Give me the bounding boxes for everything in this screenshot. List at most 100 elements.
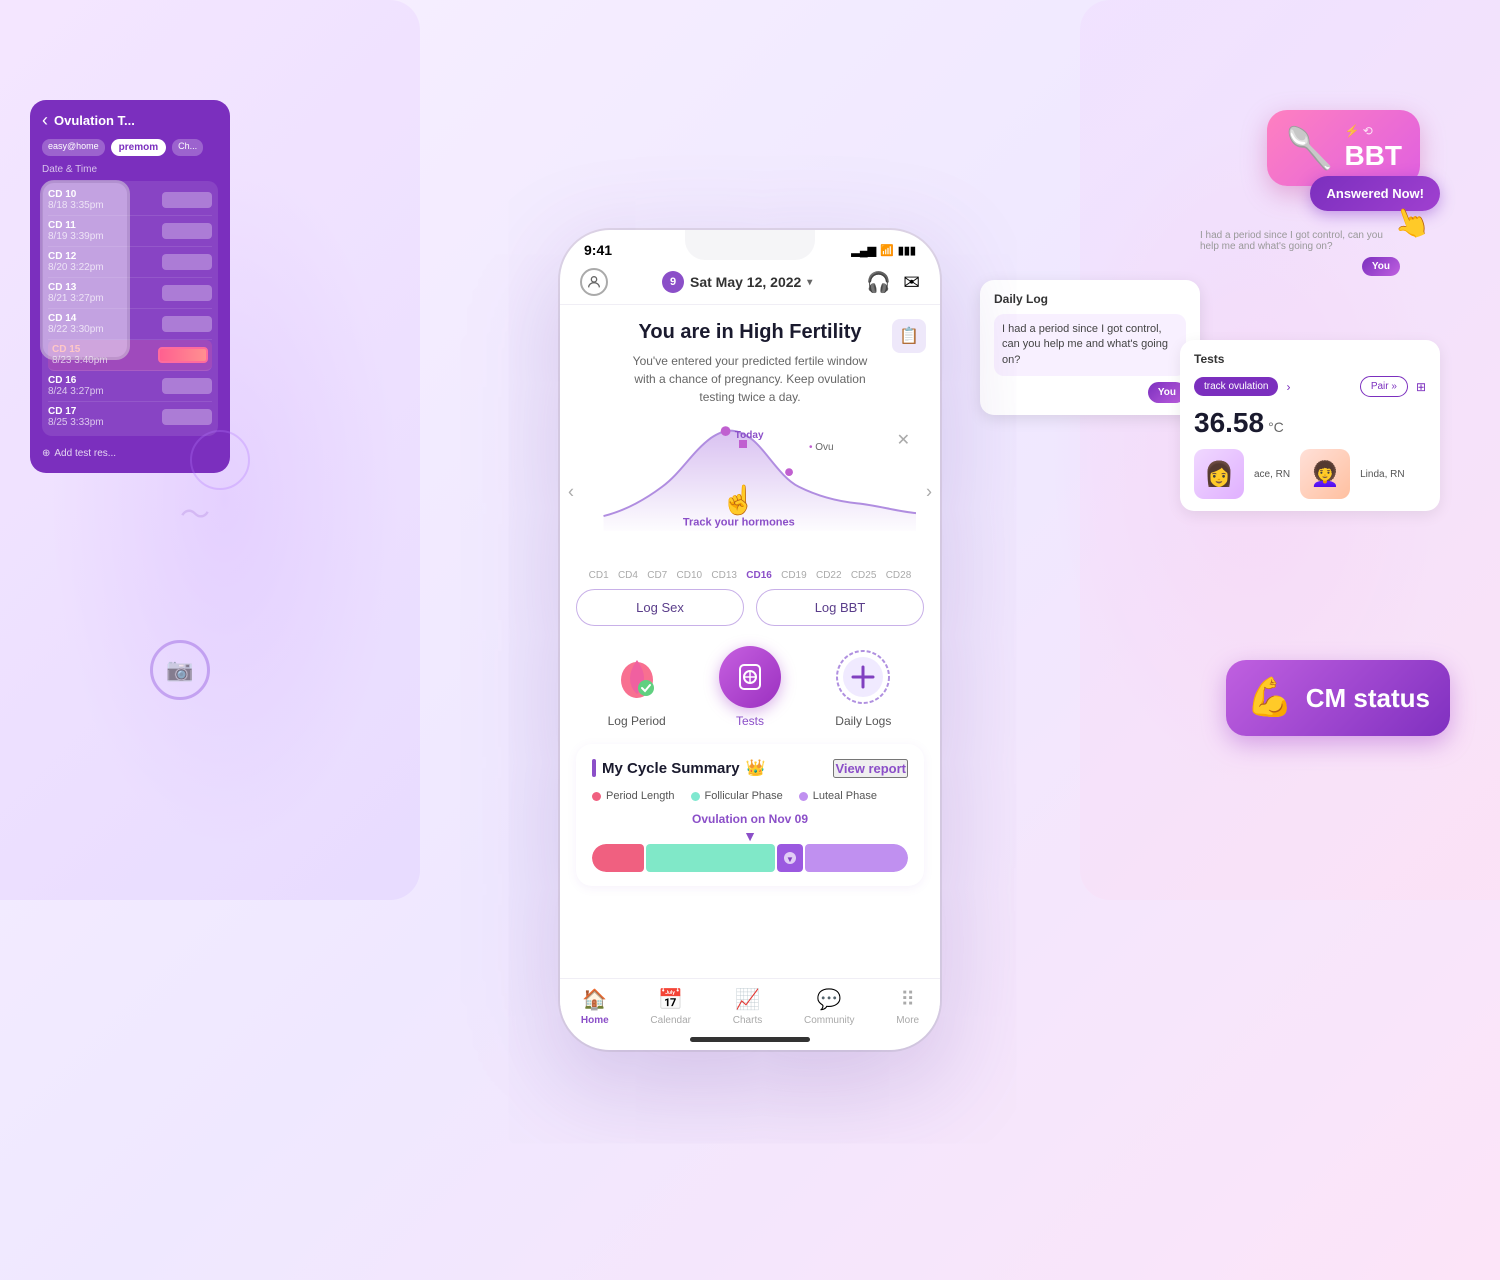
log-sex-button[interactable]: Log Sex (576, 589, 744, 626)
cd19-label: CD19 (781, 570, 807, 581)
main-actions: Log Period Tests (560, 634, 940, 732)
ovulation-arrow-icon: ▼ (592, 828, 908, 844)
more-tab-label: More (896, 1015, 919, 1026)
test-strip-cd12 (162, 254, 212, 270)
test-strip-cd16 (162, 378, 212, 394)
action-buttons: Log Sex Log BBT (560, 581, 940, 634)
svg-text:▼: ▼ (786, 855, 794, 864)
camera-deco-icon: 📷 (150, 640, 210, 700)
cd10-label: CD10 (677, 570, 703, 581)
charts-tab-label: Charts (733, 1015, 762, 1026)
ovulation-bar-segment: ▼ (777, 844, 803, 872)
hormone-track-button[interactable]: ☝️ Track your hormones (683, 484, 795, 529)
cd25-label: CD25 (851, 570, 877, 581)
follicular-bar-segment (646, 844, 775, 872)
mail-icon[interactable]: ✉ (903, 270, 920, 295)
track-ovulation-row: track ovulation › Pair » ⊞ (1194, 376, 1426, 397)
fertility-title: You are in High Fertility (580, 321, 920, 344)
profile-button[interactable] (580, 268, 608, 296)
top-nav-center: 9 Sat May 12, 2022 ▾ (662, 271, 812, 293)
chart-nav-left-button[interactable]: ‹ (568, 482, 574, 503)
log-bbt-button[interactable]: Log BBT (756, 589, 924, 626)
phone-inner: 9:41 ▂▄▆ 📶 ▮▮▮ 9 Sat May 12, 2022 ▾ 🎧 (560, 230, 940, 1050)
calendar-tab-label: Calendar (650, 1015, 691, 1026)
bluetooth-icon: ⊞ (1416, 380, 1426, 394)
more-tab-icon: ⠿ (900, 987, 915, 1012)
current-date[interactable]: Sat May 12, 2022 (690, 274, 801, 290)
tab-more[interactable]: ⠿ More (896, 987, 919, 1026)
cycle-legend: Period Length Follicular Phase Luteal Ph… (592, 790, 908, 802)
phone-notch (685, 230, 815, 260)
daily-logs-action[interactable]: Daily Logs (832, 646, 894, 728)
cd7-label: CD7 (647, 570, 667, 581)
chart-labels: CD1 CD4 CD7 CD10 CD13 CD16 CD19 CD22 CD2… (560, 570, 940, 581)
nav-icons: 🎧 ✉ (866, 270, 920, 295)
date-chevron-icon[interactable]: ▾ (807, 277, 812, 288)
date-time-label: Date & Time (42, 164, 218, 175)
today-dot (739, 440, 747, 448)
ovulation-label: Ovulation on Nov 09 (592, 812, 908, 826)
cycle-bar: ▼ (592, 844, 908, 872)
bluetooth-connection-icon: ⚡ ⟲ (1344, 124, 1402, 138)
nurse2-avatar: 👩‍🦱 (1300, 449, 1350, 499)
cycle-summary-header: My Cycle Summary 👑 View report (592, 758, 908, 778)
log-period-action[interactable]: Log Period (606, 646, 668, 728)
follicular-dot (691, 792, 700, 801)
community-tab-icon: 💬 (817, 987, 842, 1012)
view-report-button[interactable]: View report (833, 759, 908, 778)
tests-label: Tests (736, 714, 764, 728)
chart-close-button[interactable]: ✕ (897, 430, 910, 450)
cm-status-text: CM status (1306, 683, 1430, 714)
brand-ch[interactable]: Ch... (172, 139, 203, 156)
cm-status-card: 💪 CM status (1226, 660, 1450, 736)
phone-frame: 9:41 ▂▄▆ 📶 ▮▮▮ 9 Sat May 12, 2022 ▾ 🎧 (560, 230, 940, 1050)
luteal-bar-segment (805, 844, 908, 872)
tests-action[interactable]: Tests (719, 646, 781, 728)
top-nav: 9 Sat May 12, 2022 ▾ 🎧 ✉ (560, 262, 940, 305)
test-strip-cd15 (158, 347, 208, 363)
cd28-label: CD28 (886, 570, 912, 581)
legend-period: Period Length (592, 790, 675, 802)
pair-bluetooth-button[interactable]: Pair » (1360, 376, 1408, 397)
period-icon (606, 646, 668, 708)
brand-premom[interactable]: premom (111, 139, 166, 156)
fertility-section: 📋 You are in High Fertility You've enter… (560, 305, 940, 414)
nurse1-name: ace, RN (1254, 469, 1290, 480)
track-ovulation-button[interactable]: track ovulation (1194, 377, 1278, 396)
daily-log-card: Daily Log I had a period since I got con… (980, 280, 1200, 415)
luteal-dot (799, 792, 808, 801)
chart-ovu-label: • Ovu (809, 442, 834, 453)
home-tab-icon: 🏠 (582, 987, 607, 1012)
test-strip-cd11 (162, 223, 212, 239)
period-dot (592, 792, 601, 801)
cycle-summary-card: My Cycle Summary 👑 View report Period Le… (576, 744, 924, 886)
tab-community[interactable]: 💬 Community (804, 987, 855, 1026)
bbt-card: 🥄 ⚡ ⟲ BBT Answered Now! 👆 (1267, 110, 1420, 186)
tests-card-title: Tests (1194, 352, 1426, 366)
signal-icon: ▂▄▆ (851, 244, 876, 257)
title-accent-bar (592, 759, 596, 777)
status-time: 9:41 (584, 242, 612, 258)
chart-nav-right-button[interactable]: › (926, 482, 932, 503)
tab-charts[interactable]: 📈 Charts (733, 987, 762, 1026)
wifi-icon: 📶 (880, 244, 894, 257)
battery-icon: ▮▮▮ (898, 244, 916, 257)
test-strip-cd10 (162, 192, 212, 208)
cd13-label: CD13 (711, 570, 737, 581)
back-button[interactable]: ‹ (42, 110, 48, 131)
test-strip-cd13 (162, 285, 212, 301)
daily-logs-label: Daily Logs (835, 714, 891, 728)
crown-icon: 👑 (746, 758, 766, 778)
chart-area: ‹ › ✕ Today • Ovu (560, 422, 940, 562)
notification-badge[interactable]: 9 (662, 271, 684, 293)
tab-calendar[interactable]: 📅 Calendar (650, 987, 691, 1026)
legend-luteal: Luteal Phase (799, 790, 877, 802)
daily-log-title: Daily Log (994, 292, 1186, 306)
headset-icon[interactable]: 🎧 (866, 270, 891, 295)
test-row-cd17: CD 178/25 3:33pm (48, 402, 212, 432)
brand-easyathome[interactable]: easy@home (42, 139, 105, 156)
fertility-description: You've entered your predicted fertile wi… (630, 352, 870, 406)
tab-home[interactable]: 🏠 Home (581, 987, 609, 1026)
phone-content[interactable]: 📋 You are in High Fertility You've enter… (560, 305, 940, 1005)
report-button[interactable]: 📋 (892, 319, 926, 353)
